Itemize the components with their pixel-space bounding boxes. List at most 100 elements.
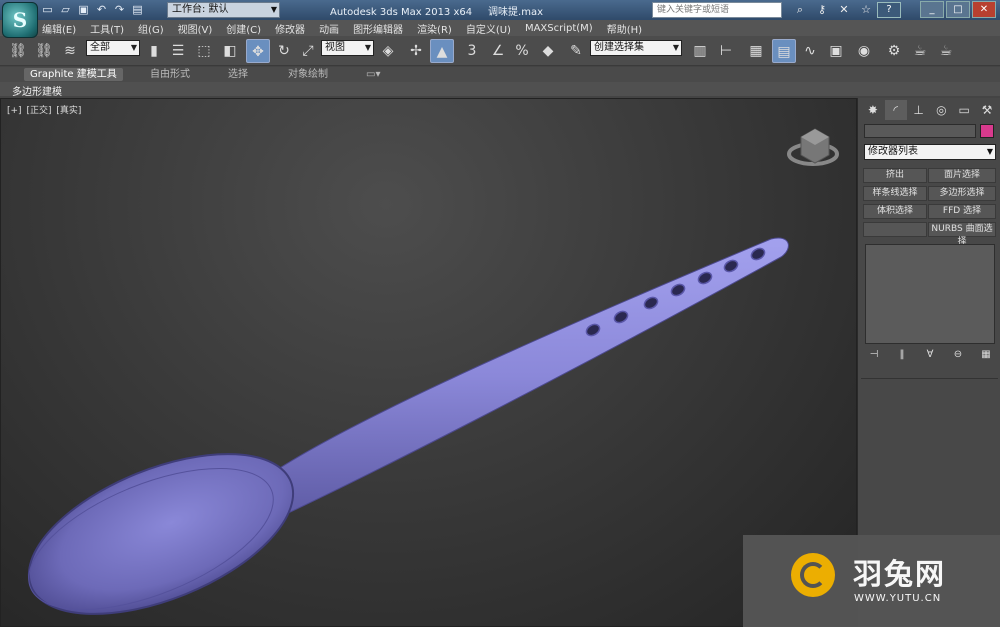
graphite-toggle-icon[interactable]: ▤	[772, 39, 796, 63]
percent-snap-icon[interactable]: %	[510, 39, 534, 63]
link-icon[interactable]: ⛓	[6, 39, 30, 63]
mirror-icon[interactable]: ▥	[688, 39, 712, 63]
reference-coord-dropdown[interactable]: 视图 ▼	[321, 40, 374, 56]
menu-customize[interactable]: 自定义(U)	[466, 21, 511, 36]
menu-maxscript[interactable]: MAXScript(M)	[525, 23, 593, 34]
select-move-icon[interactable]: ✥	[246, 39, 270, 63]
menu-animation[interactable]: 动画	[319, 21, 339, 36]
save-icon[interactable]: ▣	[76, 2, 91, 17]
curve-editor-icon[interactable]: ∿	[798, 39, 822, 63]
menu-rendering[interactable]: 渲染(R)	[417, 21, 452, 36]
menu-views[interactable]: 视图(V)	[178, 21, 213, 36]
window-crossing-icon[interactable]: ◧	[218, 39, 242, 63]
new-file-icon[interactable]: ▭	[40, 2, 55, 17]
menu-modifiers[interactable]: 修改器	[275, 21, 305, 36]
tools-icon[interactable]: ✕	[836, 2, 852, 18]
file-name: 调味提.max	[488, 7, 543, 18]
perspective-viewport[interactable]: [+] [正交] [真实]	[0, 98, 857, 627]
ffd-select-button[interactable]: FFD 选择	[928, 204, 996, 219]
ribbon-options-icon[interactable]: ▭▾	[360, 68, 386, 81]
remove-modifier-icon[interactable]: ⊖	[950, 348, 966, 362]
create-tab-icon[interactable]: ✸	[862, 100, 884, 120]
angle-snap-icon[interactable]: ∠	[486, 39, 510, 63]
schematic-view-icon[interactable]: ▣	[824, 39, 848, 63]
tab-object-paint[interactable]: 对象绘制	[282, 68, 334, 81]
unlink-icon[interactable]: ⛓	[32, 39, 56, 63]
bind-spacewarp-icon[interactable]: ≋	[58, 39, 82, 63]
project-folder-icon[interactable]: ▤	[130, 2, 145, 17]
tab-graphite-modeling[interactable]: Graphite 建模工具	[24, 68, 123, 81]
render-setup-icon[interactable]: ⚙	[882, 39, 906, 63]
menu-help[interactable]: 帮助(H)	[607, 21, 642, 36]
select-scale-icon[interactable]: ⤢	[296, 39, 320, 63]
manipulate-icon[interactable]: ✢	[404, 39, 428, 63]
volume-select-button[interactable]: 体积选择	[863, 204, 927, 219]
motion-tab-icon[interactable]: ◎	[930, 100, 952, 120]
stack-tools: ⊣ ‖ ∀ ⊖ ▦	[866, 348, 994, 364]
layer-manager-icon[interactable]: ▦	[744, 39, 768, 63]
chevron-down-icon: ▼	[364, 43, 371, 52]
rect-selection-icon[interactable]: ⬚	[192, 39, 216, 63]
spline-select-button[interactable]: 样条线选择	[863, 186, 927, 201]
pivot-center-icon[interactable]: ◈	[376, 39, 400, 63]
spinner-snap-icon[interactable]: ◆	[536, 39, 560, 63]
select-by-name-icon[interactable]: ☰	[166, 39, 190, 63]
selection-filter-value: 全部	[90, 42, 110, 53]
menu-tools[interactable]: 工具(T)	[90, 21, 124, 36]
display-tab-icon[interactable]: ▭	[953, 100, 975, 120]
tab-freeform[interactable]: 自由形式	[144, 68, 196, 81]
align-icon[interactable]: ⊢	[714, 39, 738, 63]
modifier-list-dropdown[interactable]: 修改器列表 ▼	[864, 144, 996, 160]
modify-tab-icon[interactable]: ◜	[884, 100, 907, 120]
snap-toggle-icon[interactable]: 3	[460, 39, 484, 63]
make-unique-icon[interactable]: ∀	[922, 348, 938, 362]
open-file-icon[interactable]: ▱	[58, 2, 73, 17]
tab-selection[interactable]: 选择	[222, 68, 254, 81]
pin-stack-icon[interactable]: ⊣	[866, 348, 882, 362]
workspace-dropdown[interactable]: 工作台: 默认 ▼	[167, 2, 280, 18]
keyboard-shortcut-override-icon[interactable]: ▲	[430, 39, 454, 63]
menu-edit[interactable]: 编辑(E)	[42, 21, 76, 36]
select-rotate-icon[interactable]: ↻	[272, 39, 296, 63]
app-menu-logo[interactable]: S	[2, 2, 38, 38]
chevron-down-icon: ▼	[986, 147, 993, 156]
extrude-button[interactable]: 挤出	[863, 168, 927, 183]
help-button[interactable]: ?	[877, 2, 901, 18]
select-object-icon[interactable]: ▮	[142, 39, 166, 63]
redo-icon[interactable]: ↷	[112, 2, 127, 17]
viewcube-icon[interactable]	[787, 128, 839, 166]
search-placeholder: 键入关键字或短语	[657, 5, 730, 15]
search-input[interactable]: 键入关键字或短语	[652, 2, 782, 18]
app-title: Autodesk 3ds Max 2013 x64	[330, 7, 473, 18]
key-icon[interactable]: ⚷	[814, 2, 830, 18]
render-production-icon[interactable]: ☕	[934, 39, 958, 63]
spoon-model[interactable]	[1, 99, 857, 627]
minimize-button[interactable]: _	[920, 1, 944, 18]
edit-named-selection-icon[interactable]: ✎	[564, 39, 588, 63]
divider	[861, 378, 998, 379]
modifier-stack[interactable]	[865, 244, 995, 344]
selection-filter-dropdown[interactable]: 全部 ▼	[86, 40, 140, 56]
polygon-modeling-panel[interactable]: 多边形建模	[12, 83, 62, 98]
configure-sets-icon[interactable]: ▦	[978, 348, 994, 362]
menu-group[interactable]: 组(G)	[138, 21, 164, 36]
utilities-tab-icon[interactable]: ⚒	[976, 100, 998, 120]
named-selection-dropdown[interactable]: 创建选择集 ▼	[590, 40, 682, 56]
star-icon[interactable]: ☆	[858, 2, 874, 18]
material-editor-icon[interactable]: ◉	[852, 39, 876, 63]
patch-select-button[interactable]: 面片选择	[928, 168, 996, 183]
object-color-swatch[interactable]	[980, 124, 994, 138]
nurbs-surface-select-button[interactable]: NURBS 曲面选择	[928, 222, 996, 247]
rendered-frame-icon[interactable]: ☕	[908, 39, 932, 63]
object-name-field[interactable]	[864, 124, 976, 138]
empty-modifier-button[interactable]	[863, 222, 927, 237]
undo-icon[interactable]: ↶	[94, 2, 109, 17]
menu-graph-editors[interactable]: 图形编辑器	[353, 21, 403, 36]
hierarchy-tab-icon[interactable]: ⊥	[908, 100, 930, 120]
maximize-button[interactable]: □	[946, 1, 970, 18]
poly-select-button[interactable]: 多边形选择	[928, 186, 996, 201]
binoculars-icon[interactable]: ⌕	[792, 2, 808, 18]
close-button[interactable]: ✕	[972, 1, 996, 18]
menu-create[interactable]: 创建(C)	[226, 21, 261, 36]
show-end-result-icon[interactable]: ‖	[894, 348, 910, 362]
